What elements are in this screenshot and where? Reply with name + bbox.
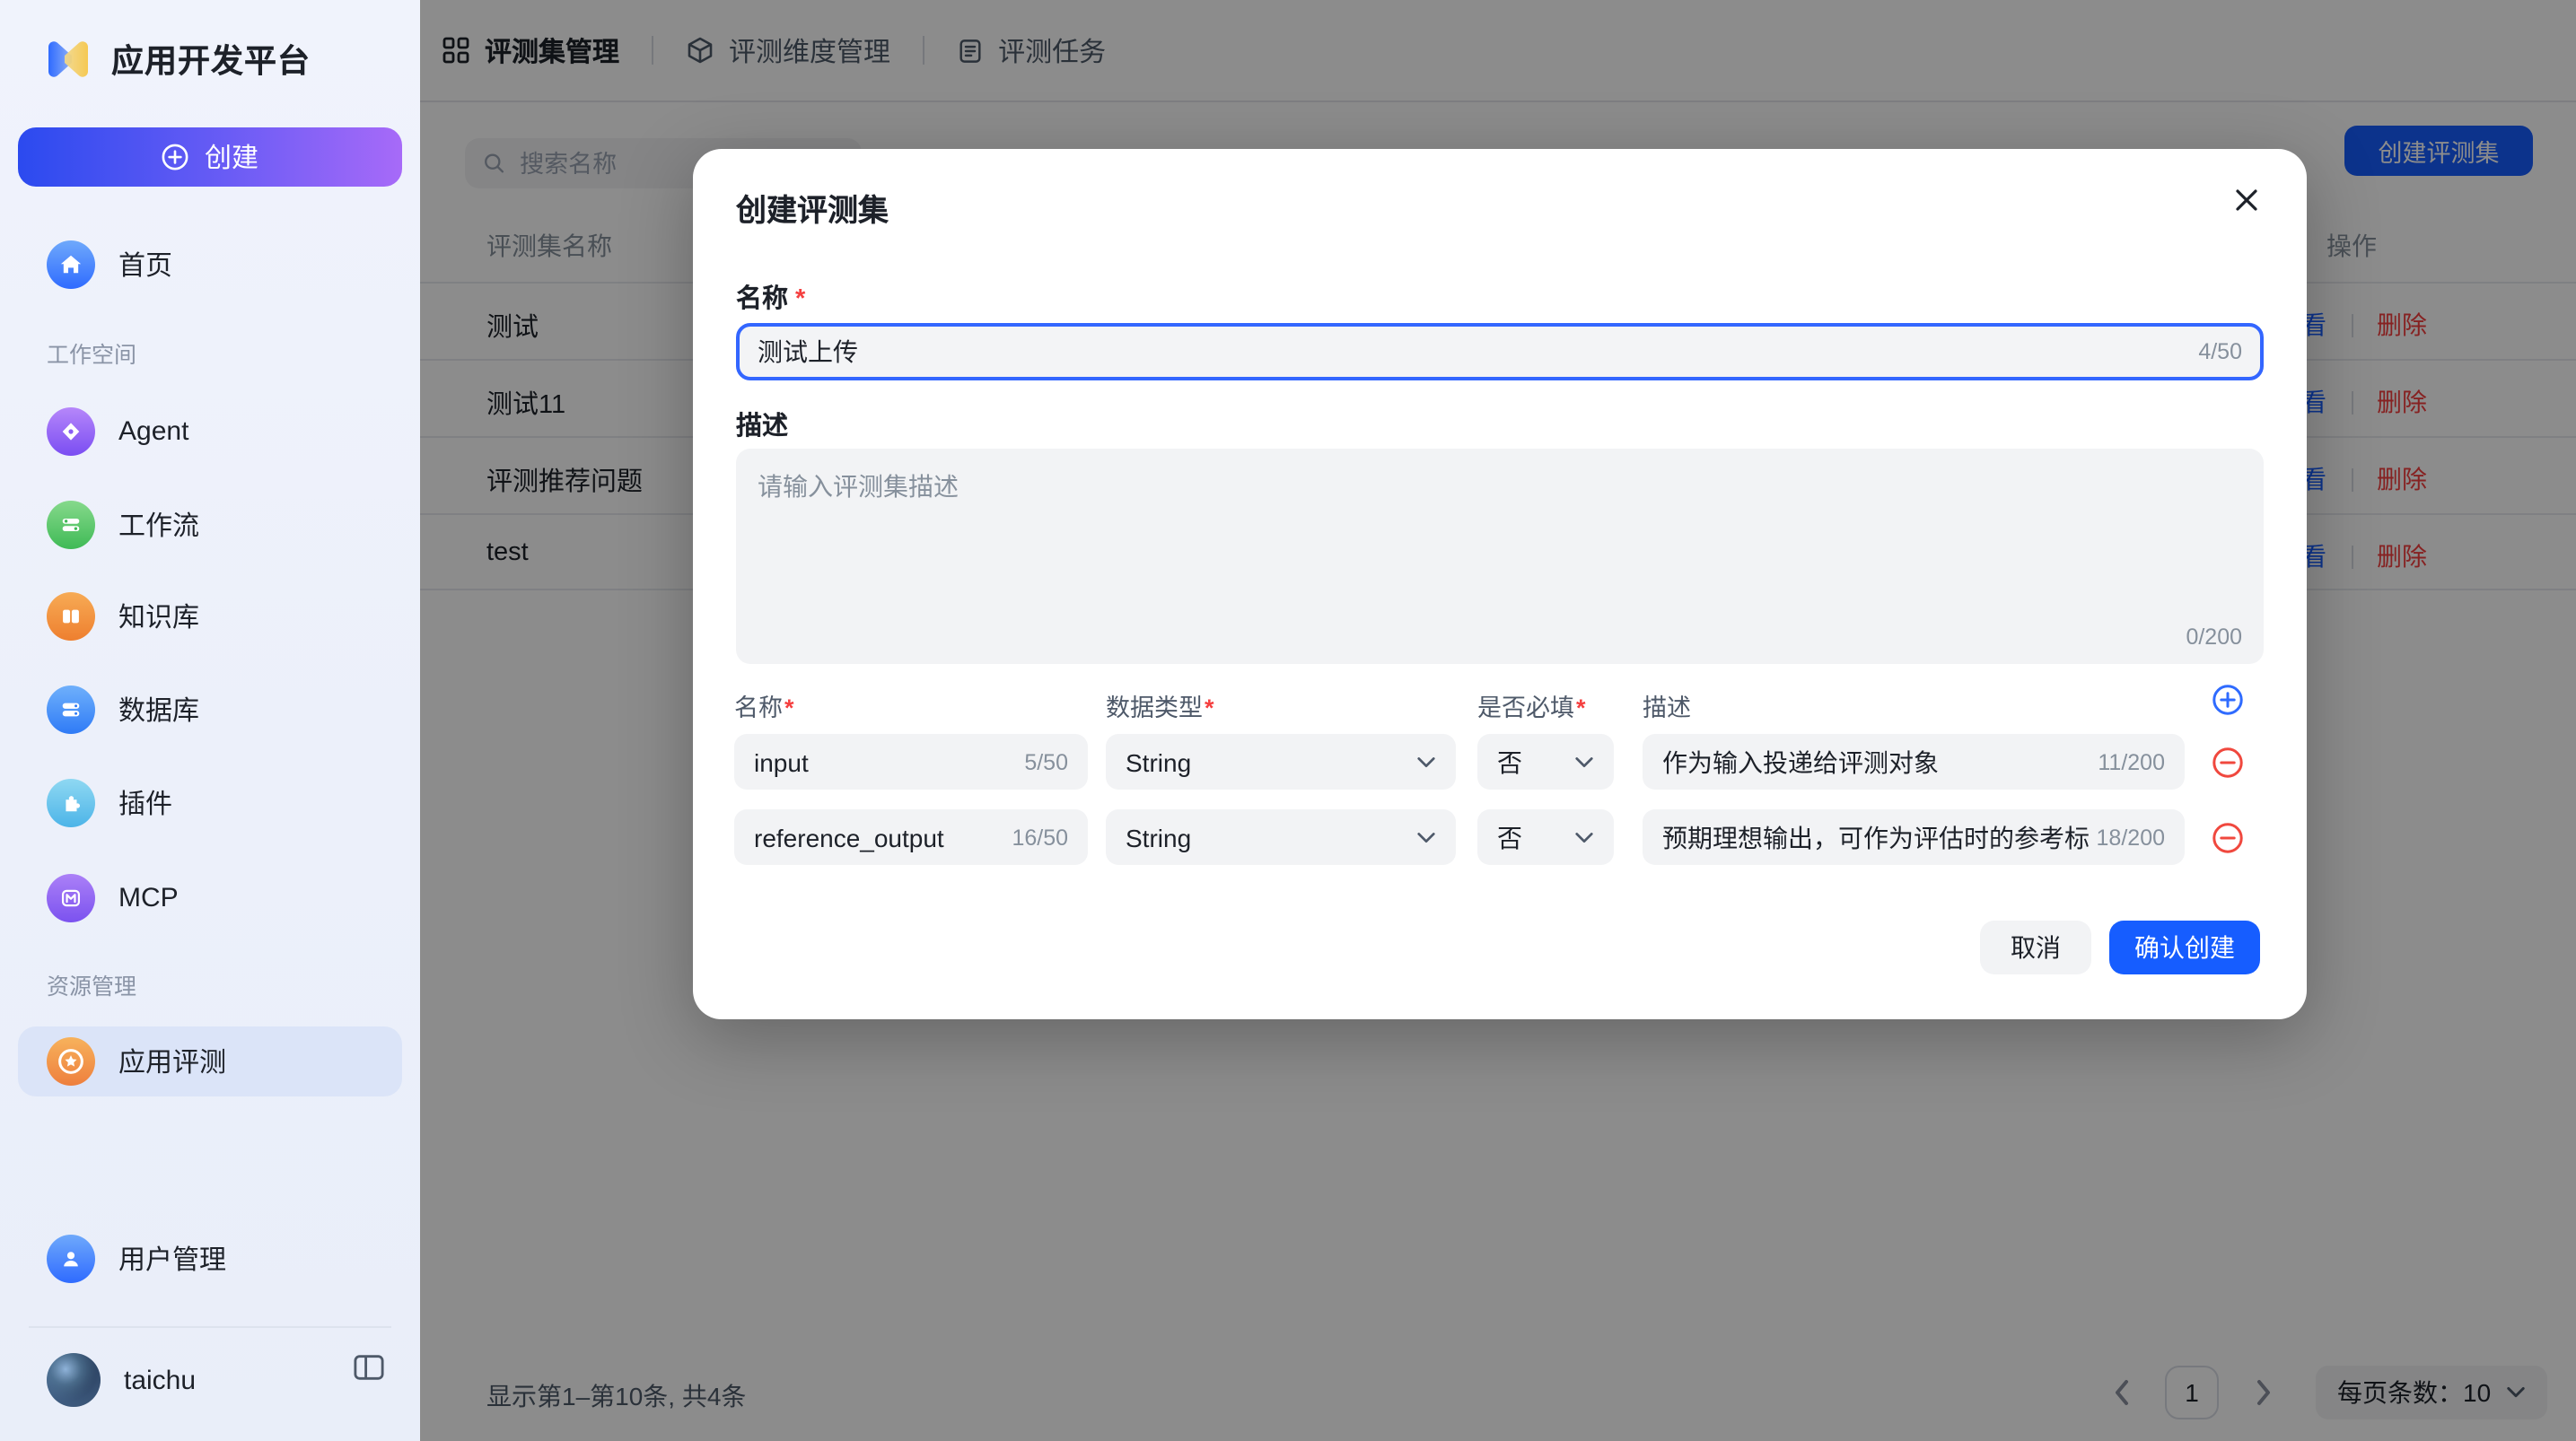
sidebar-item-mcp[interactable]: MCP bbox=[0, 861, 420, 933]
sidebar-item-label: Agent bbox=[118, 415, 188, 446]
sidebar-item-home[interactable]: 首页 bbox=[0, 228, 420, 300]
sidebar-item-workflow[interactable]: 工作流 bbox=[0, 488, 420, 560]
param-header-row: 名称* 数据类型* 是否必填* 描述 bbox=[693, 687, 2307, 720]
sidebar: 应用开发平台 创建 首页 工作空间 Agent bbox=[0, 0, 420, 1441]
chevron-down-icon bbox=[1416, 755, 1436, 769]
confirm-create-button[interactable]: 确认创建 bbox=[2109, 921, 2260, 974]
sidebar-item-label: 知识库 bbox=[118, 597, 199, 634]
description-textarea[interactable] bbox=[736, 449, 2264, 614]
avatar bbox=[47, 1353, 101, 1407]
param-desc-counter: 11/200 bbox=[2098, 749, 2165, 774]
param-name-field[interactable]: reference_output 16/50 bbox=[734, 809, 1088, 865]
chevron-down-icon bbox=[1574, 830, 1594, 844]
param-desc-value: 预期理想输出，可作为评估时的参考标 bbox=[1662, 819, 2097, 855]
name-field-label: 名称* bbox=[736, 278, 805, 316]
param-name-value: reference_output bbox=[754, 823, 1012, 852]
sidebar-item-plugin[interactable]: 插件 bbox=[0, 766, 420, 838]
desc-field-label: 描述 bbox=[736, 406, 788, 443]
param-type-select[interactable]: String bbox=[1106, 809, 1456, 865]
param-type-value: String bbox=[1126, 823, 1416, 852]
knowledge-icon bbox=[47, 591, 95, 640]
chevron-down-icon bbox=[1574, 755, 1594, 769]
sidebar-item-agent[interactable]: Agent bbox=[0, 395, 420, 467]
database-icon bbox=[47, 685, 95, 733]
required-asterisk: * bbox=[795, 285, 805, 314]
user-icon bbox=[47, 1234, 95, 1282]
remove-param-icon[interactable] bbox=[2212, 822, 2244, 863]
plugin-icon bbox=[47, 778, 95, 826]
home-icon bbox=[47, 240, 95, 288]
create-eval-set-modal: 创建评测集 名称* 4/50 描述 0/200 名称* 数据类型* 是否必填* bbox=[693, 149, 2307, 1019]
param-desc-field[interactable]: 预期理想输出，可作为评估时的参考标 18/200 bbox=[1643, 809, 2185, 865]
desc-char-counter: 0/200 bbox=[2186, 624, 2242, 650]
sidebar-item-label: 用户管理 bbox=[118, 1239, 226, 1277]
sidebar-item-label: MCP bbox=[118, 882, 179, 913]
sidebar-item-app-eval[interactable]: 应用评测 bbox=[18, 1026, 402, 1096]
create-button[interactable]: 创建 bbox=[18, 127, 402, 187]
param-header-name: 名称* bbox=[734, 687, 794, 723]
param-name-value: input bbox=[754, 747, 1024, 776]
remove-param-icon[interactable] bbox=[2212, 747, 2244, 788]
param-header-type: 数据类型* bbox=[1106, 687, 1214, 723]
plus-circle-icon bbox=[162, 144, 188, 170]
mcp-icon bbox=[47, 873, 95, 921]
param-desc-field[interactable]: 作为输入投递给评测对象 11/200 bbox=[1643, 734, 2185, 790]
sidebar-item-label: 应用评测 bbox=[118, 1043, 226, 1080]
sidebar-divider bbox=[29, 1326, 391, 1328]
param-header-required: 是否必填* bbox=[1477, 687, 1586, 723]
param-type-value: String bbox=[1126, 747, 1416, 776]
sidebar-item-user-management[interactable]: 用户管理 bbox=[0, 1222, 420, 1294]
create-button-label: 创建 bbox=[205, 138, 258, 176]
param-name-counter: 16/50 bbox=[1012, 825, 1068, 850]
param-name-field[interactable]: input 5/50 bbox=[734, 734, 1088, 790]
param-desc-value: 作为输入投递给评测对象 bbox=[1662, 744, 2098, 780]
name-input[interactable] bbox=[758, 337, 2198, 366]
sidebar-item-knowledge[interactable]: 知识库 bbox=[0, 580, 420, 651]
required-asterisk: * bbox=[1576, 694, 1586, 721]
description-field[interactable]: 0/200 bbox=[736, 449, 2264, 664]
sidebar-item-database[interactable]: 数据库 bbox=[0, 673, 420, 745]
sidebar-section-resource: 资源管理 bbox=[47, 967, 136, 1001]
param-desc-counter: 18/200 bbox=[2097, 825, 2165, 850]
workflow-icon bbox=[47, 500, 95, 548]
param-required-value: 否 bbox=[1497, 744, 1574, 780]
required-asterisk: * bbox=[1205, 694, 1214, 721]
logo-icon bbox=[43, 34, 93, 84]
app-logo: 应用开发平台 bbox=[43, 34, 311, 84]
sidebar-section-workspace: 工作空间 bbox=[47, 336, 136, 370]
collapse-sidebar-icon[interactable] bbox=[354, 1353, 384, 1391]
add-param-icon[interactable] bbox=[2212, 684, 2244, 725]
param-header-desc: 描述 bbox=[1643, 687, 1691, 723]
sidebar-item-label: 工作流 bbox=[118, 505, 199, 543]
param-row: reference_output 16/50 String 否 预期理想输出，可… bbox=[693, 809, 2307, 865]
param-type-select[interactable]: String bbox=[1106, 734, 1456, 790]
sidebar-item-label: 数据库 bbox=[118, 690, 199, 728]
param-required-value: 否 bbox=[1497, 819, 1574, 855]
sidebar-item-label: 插件 bbox=[118, 783, 172, 821]
app-eval-icon bbox=[47, 1037, 95, 1086]
required-asterisk: * bbox=[784, 694, 794, 721]
modal-footer: 取消 确认创建 bbox=[1980, 921, 2260, 974]
modal-title: 创建评测集 bbox=[736, 185, 889, 230]
param-name-counter: 5/50 bbox=[1024, 749, 1068, 774]
param-row: input 5/50 String 否 作为输入投递给评测对象 11/200 bbox=[693, 734, 2307, 790]
app-title: 应用开发平台 bbox=[111, 36, 311, 83]
user-name: taichu bbox=[124, 1365, 196, 1395]
name-field[interactable]: 4/50 bbox=[736, 323, 2264, 380]
close-icon[interactable] bbox=[2233, 187, 2260, 223]
sidebar-item-label: 首页 bbox=[118, 245, 172, 283]
app-root: 应用开发平台 创建 首页 工作空间 Agent bbox=[0, 0, 2576, 1441]
cancel-button[interactable]: 取消 bbox=[1980, 921, 2091, 974]
agent-icon bbox=[47, 406, 95, 455]
param-required-select[interactable]: 否 bbox=[1477, 809, 1614, 865]
user-profile[interactable]: taichu bbox=[0, 1342, 420, 1418]
param-required-select[interactable]: 否 bbox=[1477, 734, 1614, 790]
name-char-counter: 4/50 bbox=[2198, 339, 2242, 364]
chevron-down-icon bbox=[1416, 830, 1436, 844]
